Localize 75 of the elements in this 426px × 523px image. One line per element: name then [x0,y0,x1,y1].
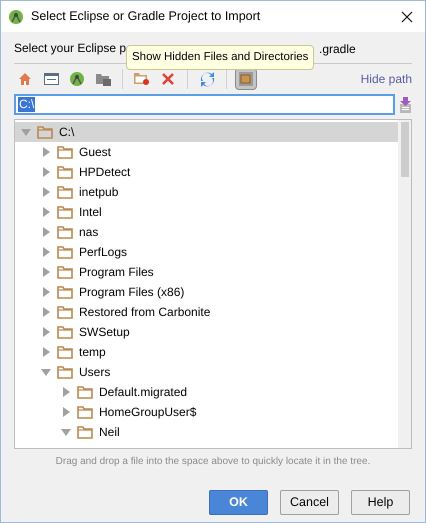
delete-icon [162,73,174,85]
home-icon [18,72,32,86]
tree-item[interactable]: Default.migrated [15,382,398,402]
folder-icon [57,326,73,338]
tree-item[interactable]: SWSetup [15,322,398,342]
tree-item[interactable]: Intel [15,202,398,222]
android-app-icon [9,10,23,24]
dialog-button[interactable]: OK [209,490,268,515]
folder-label: Users [79,364,110,381]
android-icon [70,72,84,86]
folder-label: Intel [79,204,102,221]
folder-label: Default.migrated [99,384,188,401]
folder-label: Restored from Carbonite [79,304,210,321]
scrollbar[interactable] [398,120,411,448]
tooltip: Show Hidden Files and Directories [126,45,314,70]
folder-icon [57,346,73,358]
tree-item[interactable]: HomeGroupUser$ [15,402,398,422]
instruction-text: Select your Eclipse p [14,40,126,56]
folder-star-icon [134,72,150,86]
tree-item[interactable]: Neil [15,422,398,442]
folder-label: Guest [79,144,112,161]
folder-label: Neil [99,424,120,441]
folder-icon [57,226,73,238]
download-icon[interactable] [399,96,412,112]
instruction-text: .gradle [319,41,356,58]
folder-icon [77,426,93,438]
path-field[interactable]: C:\ [14,94,395,115]
folder-icon [57,186,73,198]
folder-icon [37,126,53,138]
tree-item[interactable]: Guest [15,142,398,162]
tree-item[interactable]: temp [15,342,398,362]
folder-icon [57,246,73,258]
expanded-arrow-icon [21,127,31,137]
folder-label: Program Files [79,264,154,281]
folder-module-icon [96,72,110,86]
tree-item[interactable]: inetpub [15,182,398,202]
tree-item[interactable]: HPDetect [15,162,398,182]
folder-icon [77,386,93,398]
folder-label: Program Files (x86) [79,284,184,301]
tree-item[interactable]: Users [15,362,398,382]
folder-icon [57,366,73,378]
dialog-button[interactable]: Help [351,490,410,515]
folder-label: inetpub [79,184,118,201]
folder-icon [57,206,73,218]
tree-item[interactable]: nas [15,222,398,242]
expanded-arrow-icon [61,427,71,437]
hidden-files-button[interactable] [235,68,257,90]
tree-item[interactable]: Restored from Carbonite [15,302,398,322]
tree-item[interactable]: C:\ [15,122,398,142]
tree-item[interactable]: PerfLogs [15,242,398,262]
folder-icon [77,406,93,418]
tree-item[interactable]: Program Files (x86) [15,282,398,302]
dialog-button[interactable]: Cancel [280,490,339,515]
folder-label: temp [79,344,106,361]
hidden-files-icon [239,72,253,86]
refresh-icon [200,72,214,86]
folder-label: SWSetup [79,324,130,341]
close-icon[interactable] [401,10,413,22]
folder-icon [57,306,73,318]
folder-label: C:\ [59,124,74,141]
window-title: Select Eclipse or Gradle Project to Import [31,8,262,26]
tree-item[interactable]: Program Files [15,262,398,282]
folder-icon [57,286,73,298]
folder-icon [57,166,73,178]
folder-icon [57,266,73,278]
expanded-arrow-icon [41,367,51,377]
window-icon [44,73,58,85]
hide-path-link[interactable]: Hide path [360,70,412,88]
folder-label: nas [79,224,98,241]
path-value: C:\ [18,97,36,112]
folder-label: HomeGroupUser$ [99,404,196,421]
hint-text: Drag and drop a file into the space above to quickly locate it in the tree. [54,455,372,469]
folder-icon [57,146,73,158]
folder-label: PerfLogs [79,244,128,261]
folder-label: HPDetect [79,164,130,181]
